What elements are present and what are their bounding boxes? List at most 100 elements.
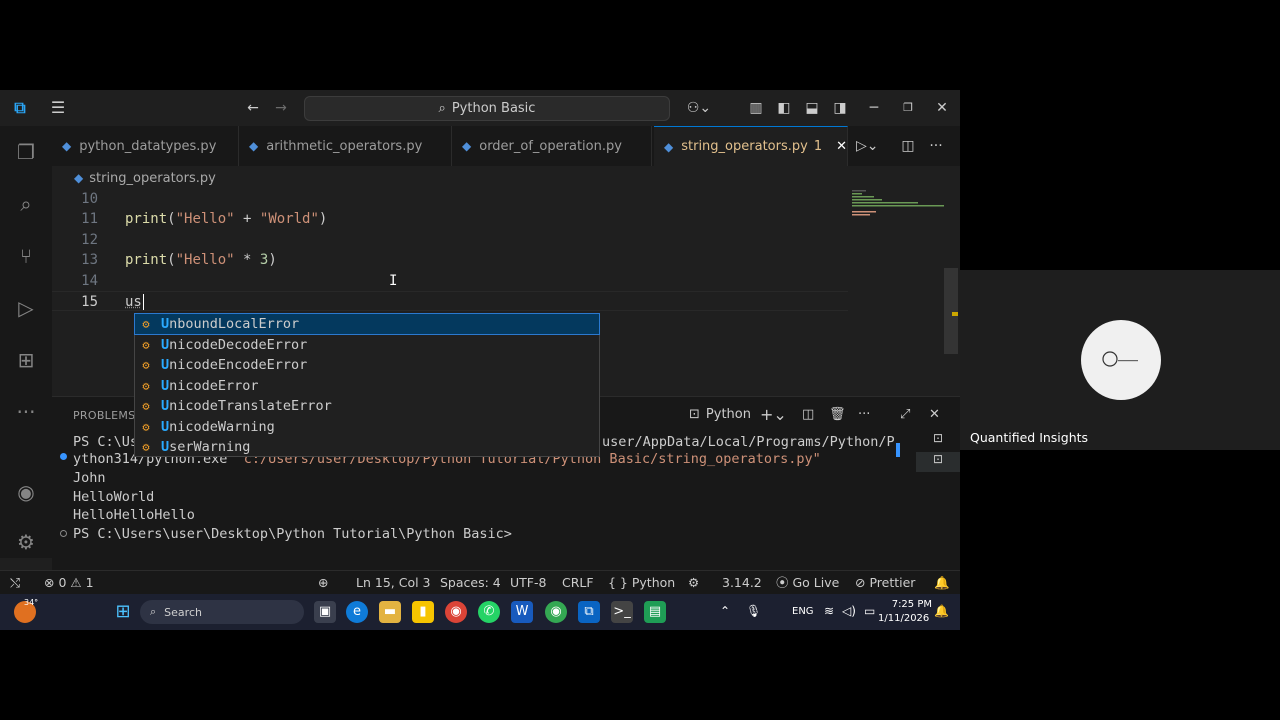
vscode-taskbar-icon[interactable]: ⧉	[578, 601, 600, 623]
account-icon[interactable]: ◉	[12, 478, 40, 506]
eol-status[interactable]: CRLF	[562, 574, 594, 592]
suggestion-item[interactable]: ⚙ UnicodeWarning	[135, 417, 599, 437]
maximize-panel-icon[interactable]: ⤢	[900, 405, 910, 425]
shell-label: Python	[705, 407, 751, 422]
start-windows-icon[interactable]: ⊞	[112, 601, 134, 623]
indentation-status[interactable]: Spaces: 4	[440, 574, 501, 592]
toggle-primary-sidebar-icon[interactable]: ◧	[774, 98, 794, 118]
suggestion-item[interactable]: ⚙ UnboundLocalError	[134, 313, 600, 335]
breadcrumb: ◆ string_operators.py	[52, 166, 960, 190]
notification-icon[interactable]: 🔔	[934, 604, 949, 618]
code-line: 13 print("Hello" * 3)	[52, 250, 848, 270]
source-control-icon[interactable]: ⑂	[12, 242, 40, 270]
split-terminal-icon[interactable]: ◫	[802, 405, 814, 425]
run-python-file-icon[interactable]: ▷⌄	[856, 136, 879, 156]
line-number: 15	[81, 294, 98, 310]
close-window-icon[interactable]: ✕	[932, 98, 952, 118]
mouse-ibeam-cursor: I	[389, 273, 398, 289]
terminal-instance-icon[interactable]: ⊡	[916, 431, 960, 451]
minimap[interactable]	[848, 190, 944, 396]
terminal-line: user/AppData/Local/Programs/Python/P	[602, 434, 895, 450]
command-center-search[interactable]: ⌕ Python Basic	[304, 96, 670, 121]
clock-time[interactable]: 7:25 PM	[886, 599, 932, 610]
prettier-status[interactable]: ⊘ Prettier	[855, 574, 915, 592]
code-line: 11 print("Hello" + "World")	[52, 209, 848, 229]
close-panel-icon[interactable]: ✕	[929, 405, 940, 425]
code-text: print("Hello" + "World")	[125, 211, 328, 227]
edge-browser-icon[interactable]: e	[346, 601, 368, 623]
notes-app-icon[interactable]: ▮	[412, 601, 434, 623]
tab-python-datatypes[interactable]: ◆ python_datatypes.py	[52, 126, 239, 166]
input-language[interactable]: ENG	[792, 606, 814, 617]
editor-tab-bar: ◆ python_datatypes.py ◆ arithmetic_opera…	[52, 126, 960, 166]
back-arrow-icon[interactable]: ←	[243, 98, 263, 118]
copilot-icon[interactable]: ⚇⌄	[684, 98, 714, 118]
task-view-icon[interactable]: ▣	[314, 601, 336, 623]
run-debug-icon[interactable]: ▷	[12, 294, 40, 322]
vertical-scrollbar[interactable]	[944, 268, 958, 354]
command-decoration-icon[interactable]	[60, 453, 67, 460]
tab-string-operators[interactable]: ◆ string_operators.py 1 ✕	[654, 126, 848, 166]
show-hidden-icons-icon[interactable]: ⌃	[720, 604, 730, 618]
encoding-status[interactable]: UTF-8	[510, 574, 546, 592]
editor-more-actions-icon[interactable]: ···	[926, 136, 946, 156]
terminal-line: PS C:\Us	[73, 434, 139, 450]
kill-terminal-icon[interactable]: 🗑	[829, 405, 846, 425]
python-version[interactable]: 3.14.2	[722, 574, 762, 592]
tab-problems[interactable]: PROBLEMS	[73, 409, 135, 422]
clock-date[interactable]: 1/11/2026	[878, 613, 929, 624]
activity-bar: ❐ ⌕ ⑂ ▷ ⊞ ··· ◉ ⚙	[0, 126, 52, 558]
forward-arrow-icon[interactable]: →	[271, 98, 291, 118]
tab-label: arithmetic_operators.py	[266, 138, 423, 154]
toggle-secondary-sidebar-icon[interactable]: ◨	[830, 98, 850, 118]
remote-icon[interactable]: ⤭	[10, 574, 20, 592]
terminal-instance-icon[interactable]: ⊡	[916, 452, 960, 472]
notifications-bell-icon[interactable]: 🔔	[934, 574, 950, 592]
code-line: 14	[52, 271, 848, 291]
suggestion-item[interactable]: ⚙ UnicodeEncodeError	[135, 355, 599, 375]
restore-icon[interactable]: ❐	[898, 98, 918, 118]
volume-icon[interactable]: ◁)	[842, 604, 856, 618]
taskbar-search[interactable]: ⌕ Search	[140, 600, 304, 624]
close-tab-icon[interactable]: ✕	[836, 139, 847, 154]
language-mode[interactable]: { } Python	[608, 574, 675, 592]
line-number: 14	[81, 273, 98, 289]
tab-arithmetic-operators[interactable]: ◆ arithmetic_operators.py	[239, 126, 452, 166]
breadcrumb-file[interactable]: string_operators.py	[89, 171, 216, 186]
suggestion-item[interactable]: ⚙ UnicodeDecodeError	[135, 335, 599, 355]
explorer-icon[interactable]: ❐	[12, 138, 40, 166]
zoom-icon[interactable]: ⊕	[318, 574, 328, 592]
word-icon[interactable]: W	[511, 601, 533, 623]
command-decoration-icon[interactable]	[60, 530, 67, 537]
tab-order-of-operation[interactable]: ◆ order_of_operation.py	[452, 126, 652, 166]
battery-icon[interactable]: ▭	[864, 604, 875, 618]
terminal-taskbar-icon[interactable]: >_	[611, 601, 633, 623]
problems-status[interactable]: ⊗ 0 ⚠ 1	[44, 574, 94, 592]
suggestion-item[interactable]: ⚙ UnicodeTranslateError	[135, 396, 599, 416]
customize-layout-icon[interactable]: ▥	[746, 98, 766, 118]
suggestion-item[interactable]: ⚙ UnicodeError	[135, 376, 599, 396]
search-icon[interactable]: ⌕	[12, 190, 40, 218]
extensions-icon[interactable]: ⊞	[12, 346, 40, 374]
cursor-position[interactable]: Ln 15, Col 3	[356, 574, 431, 592]
suggestion-item[interactable]: ⚙ UserWarning	[135, 437, 599, 457]
android-app-icon[interactable]: ▤	[644, 601, 666, 623]
minimize-icon[interactable]: ─	[864, 98, 884, 118]
more-icon[interactable]: ···	[12, 398, 40, 426]
file-explorer-icon[interactable]: ▬	[379, 601, 401, 623]
new-terminal-icon[interactable]: +⌄	[760, 405, 787, 425]
terminal-prompt: PS C:\Users\user\Desktop\Python Tutorial…	[73, 526, 512, 542]
microphone-icon[interactable]: 🎙	[746, 604, 761, 618]
python-env-icon[interactable]: ⚙	[688, 574, 699, 592]
menu-icon[interactable]: ☰	[48, 98, 68, 118]
go-live-button[interactable]: ⦿ Go Live	[776, 574, 839, 592]
chrome-profile-icon[interactable]: ◉	[545, 601, 567, 623]
terminal-shell-selector[interactable]: ⊡ Python	[689, 405, 751, 425]
wifi-icon[interactable]: ≋	[824, 604, 834, 618]
settings-gear-icon[interactable]: ⚙	[12, 528, 40, 556]
toggle-panel-icon[interactable]: ⬓	[802, 98, 822, 118]
chrome-icon[interactable]: ◉	[445, 601, 467, 623]
panel-more-icon[interactable]: ···	[858, 405, 870, 425]
split-editor-icon[interactable]: ◫	[898, 136, 918, 156]
whatsapp-icon[interactable]: ✆	[478, 601, 500, 623]
